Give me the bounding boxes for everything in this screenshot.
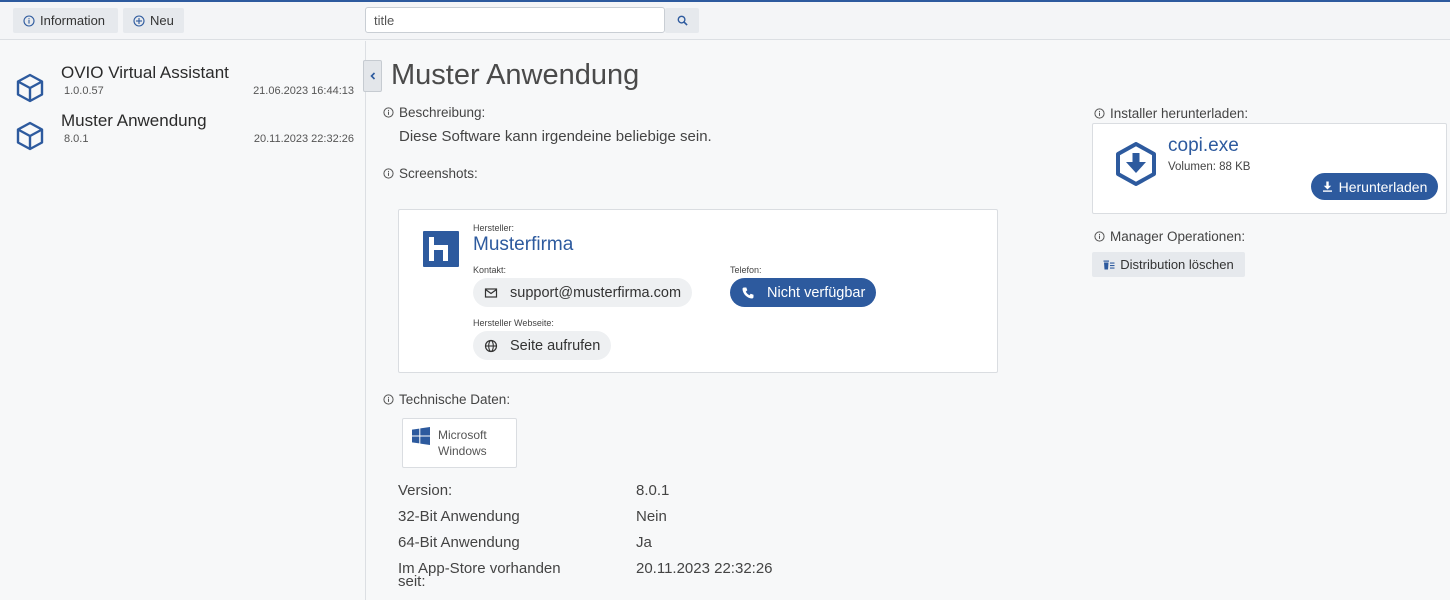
tech-section-label: Technische Daten: bbox=[383, 392, 510, 407]
manager-section-label: Manager Operationen: bbox=[1094, 229, 1245, 244]
tech-value-app-store: 20.11.2023 22:32:26 bbox=[636, 560, 773, 577]
screenshots-label: Screenshots: bbox=[399, 166, 478, 181]
website-button-label: Seite aufrufen bbox=[510, 337, 601, 354]
info-icon bbox=[1094, 108, 1105, 119]
installer-card: copi.exe Volumen: 88 KB Herunterladen bbox=[1092, 123, 1447, 214]
search-icon bbox=[677, 15, 688, 26]
phone-button[interactable]: Nicht verfügbar bbox=[730, 278, 877, 307]
plus-circle-icon bbox=[133, 14, 145, 27]
toolbar: Information Neu bbox=[0, 2, 1450, 40]
tech-key-version: Version: bbox=[398, 482, 453, 499]
info-icon bbox=[383, 394, 394, 405]
description-section-label: Beschreibung: bbox=[383, 105, 485, 120]
delete-distribution-label: Distribution löschen bbox=[1120, 257, 1234, 272]
tech-key-64bit: 64-Bit Anwendung bbox=[398, 534, 520, 551]
vendor-label: Hersteller: bbox=[473, 223, 515, 233]
installer-label: Installer herunterladen: bbox=[1110, 106, 1249, 121]
os-name: Microsoft Windows bbox=[438, 428, 487, 458]
manager-label: Manager Operationen: bbox=[1110, 229, 1246, 244]
contact-label: Kontakt: bbox=[473, 265, 507, 275]
phone-text: Nicht verfügbar bbox=[767, 284, 866, 301]
os-badge: Microsoft Windows bbox=[402, 418, 517, 468]
app-version: 1.0.0.57 bbox=[64, 85, 104, 97]
page-title: Muster Anwendung bbox=[391, 59, 640, 91]
chevron-left-icon bbox=[369, 72, 375, 80]
screenshots-section-label: Screenshots: bbox=[383, 166, 478, 181]
tech-value-version: 8.0.1 bbox=[636, 482, 670, 499]
collapse-sidebar-button[interactable] bbox=[363, 60, 382, 92]
sidebar: OVIO Virtual Assistant 1.0.0.57 21.06.20… bbox=[0, 41, 366, 600]
app-version: 8.0.1 bbox=[64, 133, 89, 145]
tech-key-32bit: 32-Bit Anwendung bbox=[398, 508, 520, 525]
package-icon bbox=[16, 73, 44, 103]
email-button[interactable]: support@musterfirma.com bbox=[473, 278, 693, 307]
delete-distribution-button[interactable]: Distribution löschen bbox=[1092, 252, 1245, 277]
phone-label: Telefon: bbox=[730, 265, 762, 275]
vendor-card: Hersteller: Musterfirma Kontakt: support… bbox=[398, 209, 998, 373]
vendor-name: Musterfirma bbox=[473, 234, 574, 255]
installer-section-label: Installer herunterladen: bbox=[1094, 106, 1248, 121]
download-button[interactable]: Herunterladen bbox=[1311, 173, 1438, 200]
trash-list-icon bbox=[1103, 260, 1115, 269]
installer-volume: Volumen: 88 KB bbox=[1168, 161, 1251, 173]
new-button[interactable]: Neu bbox=[123, 8, 184, 33]
info-icon bbox=[1094, 231, 1105, 242]
app-date: 21.06.2023 16:44:13 bbox=[253, 85, 354, 97]
search-button[interactable] bbox=[665, 8, 699, 33]
sidebar-item-ovio-virtual-assistant[interactable]: OVIO Virtual Assistant 1.0.0.57 21.06.20… bbox=[0, 63, 366, 109]
info-icon bbox=[383, 107, 394, 118]
description-text: Diese Software kann irgendeine beliebige… bbox=[399, 128, 712, 145]
download-button-label: Herunterladen bbox=[1338, 178, 1428, 195]
package-icon bbox=[16, 121, 44, 151]
email-text: support@musterfirma.com bbox=[510, 284, 682, 301]
tech-value-32bit: Nein bbox=[636, 508, 667, 525]
tech-value-64bit: Ja bbox=[636, 534, 652, 551]
description-label: Beschreibung: bbox=[399, 105, 486, 120]
sidebar-item-muster-anwendung[interactable]: Muster Anwendung 8.0.1 20.11.2023 22:32:… bbox=[0, 111, 366, 157]
app-name: OVIO Virtual Assistant bbox=[61, 63, 229, 82]
information-button-label: Information bbox=[40, 13, 106, 28]
new-button-label: Neu bbox=[150, 13, 174, 28]
download-hexagon-icon bbox=[1116, 142, 1156, 186]
website-button[interactable]: Seite aufrufen bbox=[473, 331, 612, 360]
globe-icon bbox=[484, 339, 498, 352]
app-name: Muster Anwendung bbox=[61, 111, 207, 130]
tech-label: Technische Daten: bbox=[399, 392, 511, 407]
information-button[interactable]: Information bbox=[13, 8, 118, 33]
info-icon bbox=[23, 14, 35, 27]
website-label: Hersteller Webseite: bbox=[473, 318, 554, 328]
installer-file-name: copi.exe bbox=[1168, 135, 1239, 156]
search-input[interactable] bbox=[365, 7, 665, 33]
windows-icon bbox=[412, 427, 430, 445]
download-icon bbox=[1322, 181, 1332, 192]
info-icon bbox=[383, 168, 394, 179]
app-date: 20.11.2023 22:32:26 bbox=[253, 133, 354, 145]
mail-icon bbox=[484, 287, 498, 298]
phone-icon bbox=[742, 287, 754, 298]
tech-key-app-store: Im App-Store vorhanden seit: bbox=[398, 560, 561, 590]
vendor-logo-icon bbox=[423, 231, 459, 267]
